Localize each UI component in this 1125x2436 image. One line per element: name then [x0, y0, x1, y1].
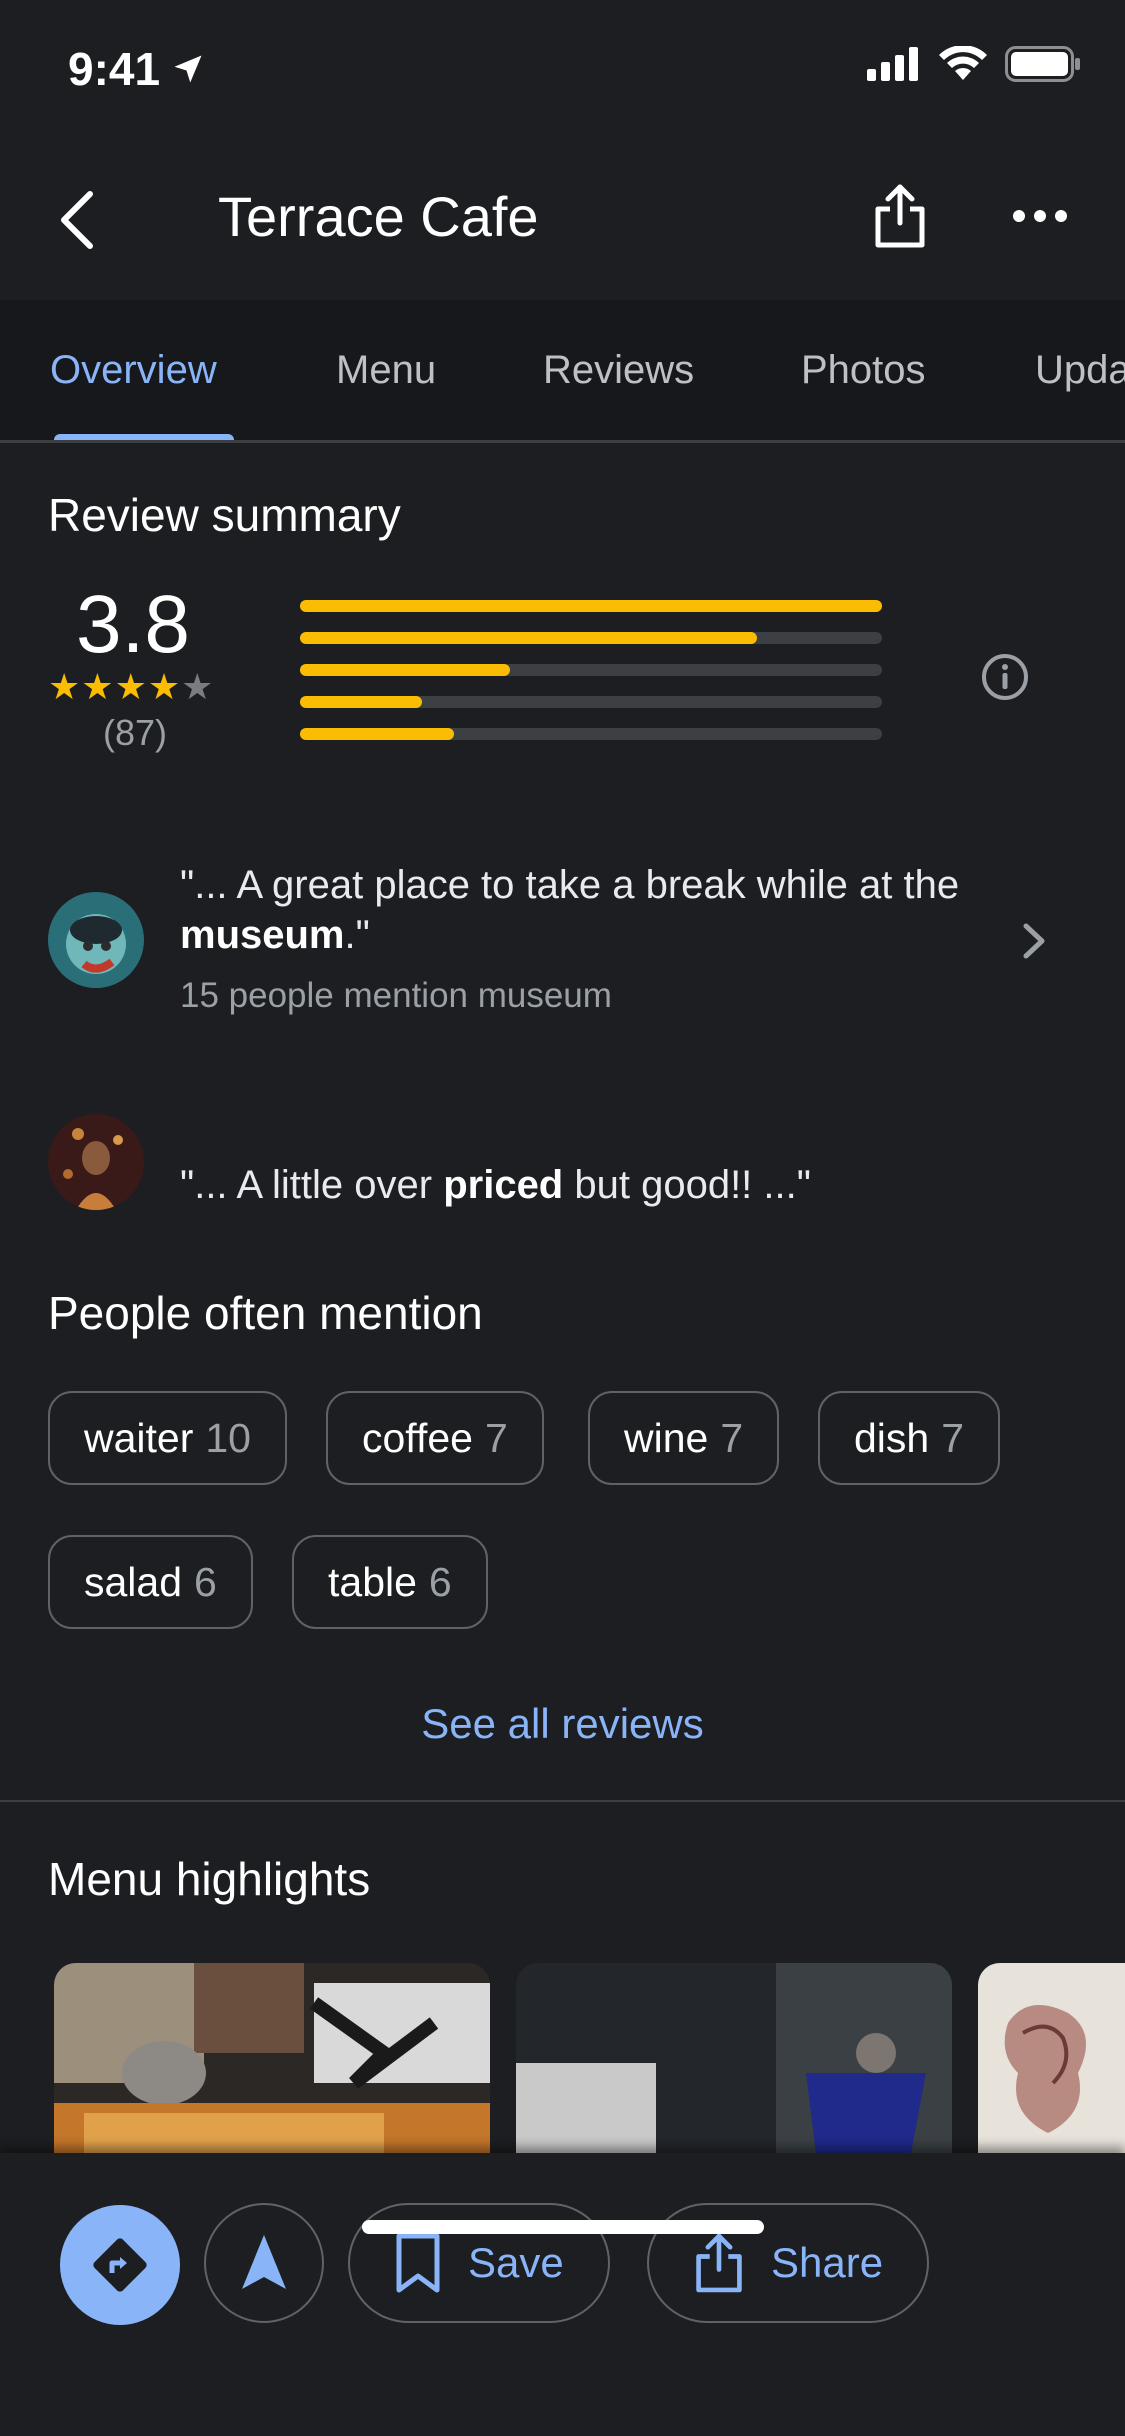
- rating-distribution: [300, 600, 882, 760]
- menu-photo[interactable]: [54, 1963, 490, 2153]
- chip-count: 7: [941, 1414, 965, 1461]
- mention-chips: waiter 10 coffee 7 wine 7 dish 7 salad 6 tabl…: [48, 1391, 1108, 1651]
- share-button[interactable]: [860, 176, 940, 256]
- menu-photo[interactable]: [978, 1963, 1125, 2153]
- menu-photo[interactable]: [516, 1963, 952, 2153]
- chip-count: 6: [194, 1558, 217, 1605]
- review-quote: "... A little over priced but good!! ...…: [180, 1160, 1060, 1210]
- mention-chip-salad[interactable]: salad 6: [48, 1535, 253, 1629]
- rating-bar-5: [300, 600, 882, 612]
- rating-bar-2: [300, 696, 882, 708]
- rating-bar-3: [300, 664, 882, 676]
- reviewer-avatar: [48, 1114, 144, 1210]
- review-quote: "... A great place to take a break while…: [180, 860, 980, 960]
- share-icon: [696, 2233, 742, 2293]
- start-navigation-button[interactable]: [204, 2203, 324, 2323]
- active-tab-indicator: [54, 434, 234, 440]
- mention-chip-table[interactable]: table 6: [292, 1535, 488, 1629]
- chevron-right-icon: [1023, 923, 1045, 959]
- quote-text-end: .": [344, 913, 370, 957]
- chip-count: 7: [484, 1414, 508, 1461]
- mention-count: 15 people mention museum: [180, 976, 612, 1015]
- place-title: Terrace Cafe: [218, 185, 539, 248]
- menu-photo-strip: [54, 1963, 1125, 2153]
- tab-photos[interactable]: Photos: [801, 348, 926, 393]
- rating-bar-fill: [300, 600, 882, 612]
- more-horizontal-icon: [1013, 210, 1067, 222]
- mention-chip-waiter[interactable]: waiter 10: [48, 1391, 287, 1485]
- chip-count: 10: [205, 1414, 251, 1461]
- chip-count: 7: [720, 1414, 744, 1461]
- rating-stars: ★★★★★: [48, 666, 214, 708]
- reviewer-avatar: [48, 892, 144, 988]
- chip-label: wine: [624, 1414, 709, 1461]
- navigation-arrow-icon: [242, 2235, 286, 2289]
- directions-button[interactable]: [60, 2205, 180, 2325]
- mentions-title: People often mention: [48, 1287, 483, 1339]
- chip-label: dish: [854, 1414, 930, 1461]
- review-count: (87): [103, 712, 168, 753]
- battery-icon: [1005, 46, 1080, 82]
- more-options-button[interactable]: [1000, 176, 1080, 256]
- review-snippet[interactable]: "... A little over priced but good!! ...…: [0, 1110, 1125, 1220]
- rating-bar-fill: [300, 632, 757, 644]
- share-icon: [875, 184, 925, 248]
- star-icon: ★: [81, 666, 115, 707]
- info-button[interactable]: [980, 652, 1030, 702]
- bottom-action-bar: Save Share: [0, 2153, 1125, 2436]
- directions-icon: [93, 2238, 147, 2292]
- chip-count: 6: [428, 1558, 452, 1605]
- chip-label: table: [328, 1558, 417, 1605]
- top-app-bar: Terrace Cafe: [0, 140, 1125, 300]
- back-button[interactable]: [36, 180, 116, 260]
- chip-label: coffee: [362, 1414, 473, 1461]
- info-icon: [982, 654, 1028, 700]
- quote-keyword: priced: [443, 1163, 564, 1207]
- rating-bar-4: [300, 632, 882, 644]
- bookmark-icon: [396, 2233, 440, 2293]
- chip-label: salad: [84, 1558, 183, 1605]
- quote-text: "... A great place to take a break while…: [180, 863, 960, 907]
- menu-highlights-title: Menu highlights: [48, 1853, 371, 1905]
- rating-bar-fill: [300, 728, 455, 740]
- signal-icon: [867, 47, 918, 81]
- tab-bar: Overview Menu Reviews Photos Upda: [0, 300, 1125, 443]
- back-arrow-icon: [61, 191, 93, 249]
- chip-label: waiter: [84, 1414, 194, 1461]
- tab-overview[interactable]: Overview: [50, 348, 217, 393]
- home-indicator[interactable]: [362, 2220, 764, 2234]
- rating-bar-fill: [300, 696, 422, 708]
- status-bar: 9:41: [0, 0, 1125, 140]
- star-icon: ★: [147, 666, 182, 707]
- star-empty-icon: ★: [181, 666, 215, 707]
- tab-updates[interactable]: Upda: [1035, 348, 1125, 393]
- quote-text-end: but good!! ...": [563, 1163, 811, 1207]
- wifi-icon: [939, 46, 987, 80]
- clock-text: 9:41: [68, 43, 161, 95]
- rating-bar-1: [300, 728, 882, 740]
- tab-menu[interactable]: Menu: [336, 348, 436, 393]
- quote-text: "... A little over: [180, 1163, 444, 1207]
- mention-chip-wine[interactable]: wine 7: [588, 1391, 780, 1485]
- rating-bar-fill: [300, 664, 511, 676]
- average-rating: 3.8: [76, 579, 190, 670]
- star-icon: ★: [48, 666, 82, 707]
- status-icons: [867, 46, 1081, 82]
- tab-reviews[interactable]: Reviews: [543, 348, 694, 393]
- save-label: Save: [468, 2239, 564, 2286]
- star-icon: ★: [114, 666, 148, 707]
- review-summary-title: Review summary: [48, 489, 401, 541]
- status-time: 9:41: [68, 42, 206, 96]
- location-arrow-icon: [174, 55, 202, 83]
- mention-chip-coffee[interactable]: coffee 7: [326, 1391, 544, 1485]
- review-snippet[interactable]: "... A great place to take a break while…: [0, 860, 1125, 1040]
- mention-chip-dish[interactable]: dish 7: [818, 1391, 1001, 1485]
- see-all-reviews-link[interactable]: See all reviews: [0, 1700, 1125, 1748]
- share-label: Share: [771, 2239, 884, 2286]
- expand-button[interactable]: [1020, 920, 1048, 967]
- quote-keyword: museum: [180, 913, 345, 957]
- section-divider: [0, 1800, 1125, 1802]
